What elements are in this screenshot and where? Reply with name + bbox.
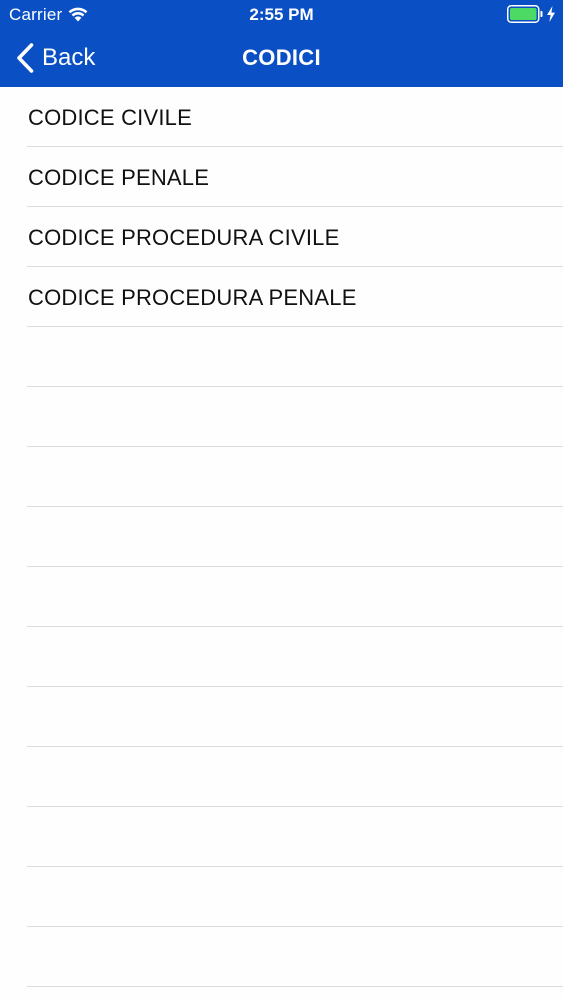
list-item[interactable]: CODICE CIVILE	[0, 87, 563, 147]
list-item-label: CODICE CIVILE	[28, 105, 192, 130]
empty-row	[0, 507, 563, 567]
status-time: 2:55 PM	[249, 5, 314, 24]
empty-row	[0, 807, 563, 867]
list-item[interactable]: CODICE PROCEDURA PENALE	[0, 267, 563, 327]
list-item[interactable]: CODICE PENALE	[0, 147, 563, 207]
empty-row	[0, 327, 563, 387]
empty-row	[0, 387, 563, 447]
codes-list: CODICE CIVILE CODICE PENALE CODICE PROCEDU…	[0, 87, 563, 1000]
chevron-left-icon	[17, 43, 34, 73]
battery-icon	[507, 5, 543, 23]
empty-row	[0, 927, 563, 987]
list-item-label: CODICE PROCEDURA PENALE	[28, 285, 357, 310]
bolt-icon	[547, 6, 555, 22]
back-button-label: Back	[42, 44, 96, 71]
empty-row	[0, 687, 563, 747]
status-bar: Carrier 2:55 PM	[0, 0, 563, 30]
empty-row	[0, 867, 563, 927]
list-item[interactable]: CODICE PROCEDURA CIVILE	[0, 207, 563, 267]
list-item-label: CODICE PROCEDURA CIVILE	[28, 225, 340, 250]
list-item-label: CODICE PENALE	[28, 165, 210, 190]
back-button[interactable]: Back	[14, 40, 95, 76]
top-bar: Carrier 2:55 PM Back CODICI	[0, 0, 563, 87]
empty-row	[0, 567, 563, 627]
empty-row	[0, 447, 563, 507]
app-screen: Carrier 2:55 PM Back CODICI CODICE CIVIL…	[0, 0, 563, 1000]
empty-row	[0, 747, 563, 807]
navigation-bar: Back CODICI	[0, 30, 563, 87]
empty-row	[0, 627, 563, 687]
